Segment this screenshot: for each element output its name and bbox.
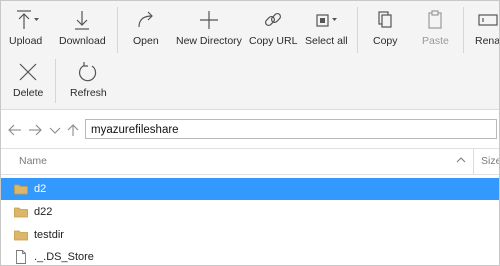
select-all-icon bbox=[316, 14, 338, 27]
forward-arrow-icon[interactable] bbox=[27, 122, 43, 138]
delete-button[interactable]: Delete bbox=[13, 61, 43, 99]
refresh-icon bbox=[79, 62, 97, 82]
paste-label: Paste bbox=[422, 35, 449, 47]
copy-url-button[interactable]: Copy URL bbox=[249, 9, 297, 47]
address-bar[interactable]: myazurefileshare bbox=[85, 119, 497, 139]
list-item[interactable]: d2 bbox=[1, 178, 499, 200]
item-name: testdir bbox=[34, 229, 64, 241]
rename-label: Rena bbox=[475, 35, 500, 47]
folder-icon bbox=[14, 184, 28, 195]
open-label: Open bbox=[133, 35, 159, 47]
plus-icon bbox=[199, 11, 218, 29]
copy-url-label: Copy URL bbox=[249, 35, 298, 47]
delete-label: Delete bbox=[13, 87, 44, 99]
toolbar-divider bbox=[463, 7, 464, 53]
list-item[interactable]: testdir bbox=[1, 224, 499, 246]
file-explorer-window: Upload Download Open New Directory Copy … bbox=[0, 0, 500, 266]
open-arrow-icon bbox=[138, 11, 153, 28]
new-directory-label: New Directory bbox=[176, 35, 242, 47]
upload-icon bbox=[16, 10, 39, 29]
download-button[interactable]: Download bbox=[59, 9, 106, 47]
list-header: Name Size bbox=[1, 148, 499, 175]
list-item[interactable]: ._.DS_Store bbox=[1, 246, 499, 265]
column-divider[interactable] bbox=[473, 149, 474, 174]
folder-icon bbox=[14, 230, 28, 241]
back-arrow-icon[interactable] bbox=[7, 122, 23, 138]
upload-button[interactable]: Upload bbox=[9, 9, 42, 47]
download-label: Download bbox=[59, 35, 106, 47]
toolbar-divider bbox=[55, 59, 56, 103]
file-icon bbox=[16, 250, 26, 264]
item-name: ._.DS_Store bbox=[34, 251, 94, 263]
upload-label: Upload bbox=[9, 35, 43, 47]
column-header-size[interactable]: Size bbox=[481, 155, 499, 167]
sort-chevron-icon bbox=[456, 157, 466, 163]
toolbar-divider bbox=[117, 7, 118, 53]
paste-button[interactable]: Paste bbox=[422, 9, 449, 47]
column-header-name[interactable]: Name bbox=[19, 155, 47, 167]
select-all-button[interactable]: Select all bbox=[305, 9, 348, 47]
copy-label: Copy bbox=[373, 35, 398, 47]
download-icon bbox=[75, 11, 90, 30]
item-name: d22 bbox=[34, 206, 53, 218]
copy-button[interactable]: Copy bbox=[373, 9, 398, 47]
link-icon bbox=[265, 12, 282, 27]
refresh-label: Refresh bbox=[70, 87, 107, 99]
rename-icon bbox=[477, 14, 498, 26]
open-button[interactable]: Open bbox=[133, 9, 159, 47]
new-directory-button[interactable]: New Directory bbox=[176, 9, 242, 47]
toolbar: Upload Download Open New Directory Copy … bbox=[1, 1, 499, 110]
item-name: d2 bbox=[34, 183, 47, 195]
refresh-button[interactable]: Refresh bbox=[70, 61, 107, 99]
select-all-label: Select all bbox=[305, 35, 348, 47]
toolbar-divider bbox=[357, 7, 358, 53]
paste-icon bbox=[428, 10, 443, 29]
chevron-down-icon[interactable] bbox=[47, 122, 63, 138]
copy-icon bbox=[378, 11, 392, 28]
list-item[interactable]: d22 bbox=[1, 201, 499, 223]
up-arrow-icon[interactable] bbox=[65, 122, 81, 138]
rename-button[interactable]: Rena bbox=[475, 9, 500, 47]
delete-x-icon bbox=[19, 63, 37, 81]
folder-icon bbox=[14, 207, 28, 218]
